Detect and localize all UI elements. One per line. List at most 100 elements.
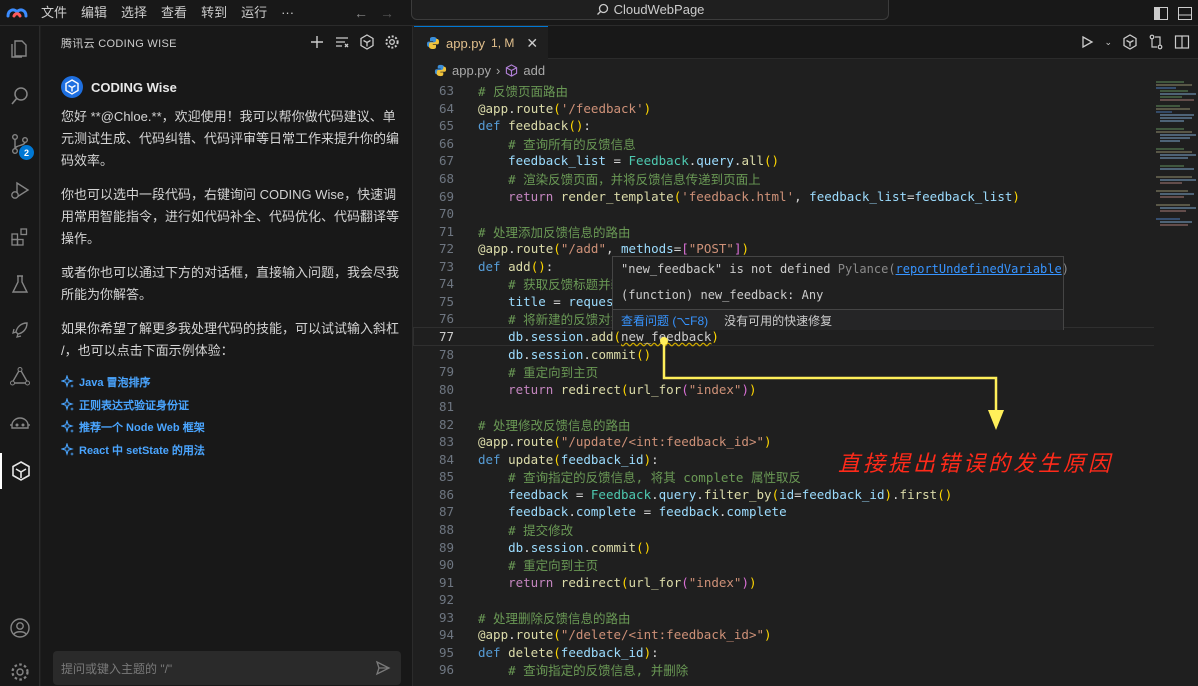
- code-line[interactable]: 90 # 重定向到主页: [414, 556, 1154, 574]
- search-icon[interactable]: [0, 78, 40, 114]
- code-text: db.session.commit(): [508, 346, 652, 362]
- method-cube-icon: [506, 63, 518, 77]
- search-text: CloudWebPage: [613, 2, 705, 17]
- example-prompt[interactable]: 正则表达式验证身份证: [61, 394, 205, 417]
- code-line[interactable]: 89 db.session.commit(): [414, 538, 1154, 556]
- code-line[interactable]: 80 return redirect(url_for("index")): [414, 380, 1154, 398]
- hover-error-source: Pylance(: [837, 262, 896, 276]
- code-text: title = request: [508, 293, 622, 309]
- forward-arrow-icon[interactable]: →: [380, 5, 394, 21]
- code-line[interactable]: 78 db.session.commit(): [414, 345, 1154, 363]
- code-line[interactable]: 66 # 查询所有的反馈信息: [414, 135, 1154, 153]
- menu-file[interactable]: 文件: [34, 0, 74, 26]
- view-problem-link[interactable]: 查看问题 (⌥F8): [621, 312, 708, 329]
- extensions-icon[interactable]: [0, 219, 40, 255]
- menu-view[interactable]: 查看: [154, 0, 194, 26]
- explorer-icon[interactable]: [0, 31, 40, 67]
- example-prompt[interactable]: 推荐一个 Node Web 框架: [61, 416, 205, 439]
- clear-list-icon[interactable]: [334, 34, 350, 50]
- back-arrow-icon[interactable]: ←: [354, 5, 368, 21]
- code-text: # 处理修改反馈信息的路由: [478, 417, 631, 433]
- code-text: def feedback():: [478, 118, 591, 134]
- breadcrumb-file[interactable]: app.py: [452, 63, 491, 78]
- line-number: 72: [438, 241, 454, 257]
- line-number: 95: [438, 644, 454, 660]
- code-line[interactable]: 65 def feedback():: [414, 117, 1154, 135]
- code-line[interactable]: 72 @app.route("/add", methods=["POST"]): [414, 240, 1154, 258]
- code-line[interactable]: 69 return render_template('feedback.html…: [414, 187, 1154, 205]
- chat-input[interactable]: 提问或键入主题的 "/": [53, 651, 401, 685]
- source-control-icon[interactable]: 2: [0, 126, 40, 162]
- code-line[interactable]: 94 @app.route("/delete/<int:feedback_id>"…: [414, 626, 1154, 644]
- close-tab-icon[interactable]: ✕: [526, 35, 538, 52]
- code-line[interactable]: 77 db.session.add(new_feedback): [413, 326, 1155, 347]
- menu-run[interactable]: 运行: [234, 0, 274, 26]
- menu-selection[interactable]: 选择: [114, 0, 154, 26]
- menu-go[interactable]: 转到: [194, 0, 234, 26]
- code-line[interactable]: 70: [414, 205, 1154, 223]
- tab-status: 1, M: [491, 36, 515, 50]
- code-text: # 重定向到主页: [508, 365, 599, 381]
- rocket-icon[interactable]: [0, 312, 40, 348]
- network-icon[interactable]: [0, 359, 40, 395]
- code-line[interactable]: 96 # 查询指定的反馈信息, 并删除: [414, 661, 1154, 679]
- breadcrumb-symbol[interactable]: add: [523, 63, 545, 78]
- example-prompts: Java 冒泡排序 正则表达式验证身份证 推荐一个 Node Web 框架 Re…: [61, 371, 205, 461]
- send-icon[interactable]: [375, 660, 391, 676]
- sparkle-icon: [61, 420, 74, 434]
- new-chat-plus-icon[interactable]: [309, 34, 325, 50]
- activity-bar: 2: [0, 26, 40, 686]
- code-line[interactable]: 63 # 反馈页面路由: [414, 82, 1154, 100]
- testing-flask-icon[interactable]: [0, 266, 40, 302]
- code-line[interactable]: 87 feedback.complete = feedback.complete: [414, 503, 1154, 521]
- run-python-icon[interactable]: [1080, 35, 1094, 49]
- menu-edit[interactable]: 编辑: [74, 0, 114, 26]
- code-line[interactable]: 92: [414, 591, 1154, 609]
- toggle-panel-icon[interactable]: [1178, 6, 1192, 20]
- code-text: def add():: [478, 258, 554, 274]
- command-center-search[interactable]: CloudWebPage: [411, 0, 889, 20]
- tab-app-py[interactable]: app.py 1, M ✕: [414, 26, 549, 59]
- example-prompt[interactable]: React 中 setState 的用法: [61, 439, 205, 462]
- account-icon[interactable]: [0, 610, 40, 646]
- example-label: 推荐一个 Node Web 框架: [79, 422, 205, 435]
- settings-gear-icon[interactable]: [0, 654, 40, 686]
- source-control-badge: 2: [19, 145, 34, 160]
- coding-wise-action-icon[interactable]: [1122, 34, 1138, 50]
- code-line[interactable]: 86 feedback = Feedback.query.filter_by(i…: [414, 486, 1154, 504]
- hover-rule-link[interactable]: reportUndefinedVariable: [896, 262, 1062, 276]
- code-text: db.session.add(new_feedback): [508, 328, 719, 344]
- minimap[interactable]: [1154, 74, 1198, 686]
- line-number: 75: [438, 293, 454, 309]
- code-line[interactable]: 67 feedback_list = Feedback.query.all(): [414, 152, 1154, 170]
- example-prompt[interactable]: Java 冒泡排序: [61, 371, 205, 394]
- code-line[interactable]: 95 def delete(feedback_id):: [414, 644, 1154, 662]
- line-number: 83: [438, 434, 454, 450]
- panel-actions: [309, 34, 400, 50]
- code-line[interactable]: 81: [414, 398, 1154, 416]
- coding-wise-logo-icon[interactable]: [359, 34, 375, 50]
- code-line[interactable]: 82 # 处理修改反馈信息的路由: [414, 415, 1154, 433]
- tab-label: app.py: [446, 35, 486, 51]
- hover-error-line: "new_feedback" is not defined Pylance(re…: [621, 262, 1069, 276]
- copilot-bot-icon[interactable]: [0, 406, 40, 442]
- menu-more[interactable]: ···: [274, 0, 301, 26]
- code-line[interactable]: 79 # 重定向到主页: [414, 363, 1154, 381]
- code-line[interactable]: 93 # 处理删除反馈信息的路由: [414, 609, 1154, 627]
- panel-settings-icon[interactable]: [384, 34, 400, 50]
- code-line[interactable]: 91 return redirect(url_for("index")): [414, 573, 1154, 591]
- run-dropdown-chevron-icon[interactable]: ⌄: [1104, 37, 1112, 48]
- split-editor-icon[interactable]: [1174, 34, 1190, 50]
- example-label: React 中 setState 的用法: [79, 444, 205, 457]
- no-quick-fix-label: 没有可用的快速修复: [724, 313, 833, 328]
- code-line[interactable]: 64 @app.route('/feedback'): [414, 100, 1154, 118]
- coding-wise-icon[interactable]: [0, 453, 40, 489]
- toggle-sidebar-icon[interactable]: [1154, 6, 1168, 20]
- compare-changes-icon[interactable]: [1148, 34, 1164, 50]
- run-debug-icon[interactable]: [0, 172, 40, 208]
- code-editor[interactable]: 63 # 反馈页面路由 64 @app.route('/feedback') 65 def…: [413, 82, 1155, 686]
- code-line[interactable]: 68 # 渲染反馈页面，并将反馈信息传递到页面上: [414, 170, 1154, 188]
- code-line[interactable]: 88 # 提交修改: [414, 521, 1154, 539]
- code-text: # 渲染反馈页面，并将反馈信息传递到页面上: [508, 172, 761, 188]
- code-line[interactable]: 71 # 处理添加反馈信息的路由: [414, 222, 1154, 240]
